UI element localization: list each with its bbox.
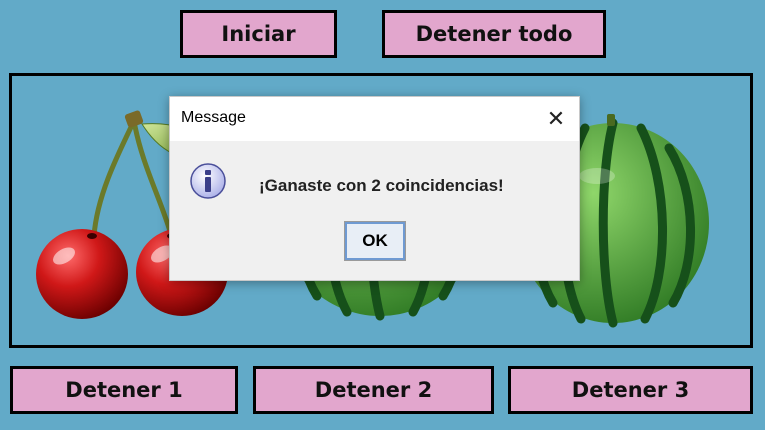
stop-all-button[interactable]: Detener todo	[382, 10, 606, 58]
stop-reel-3-button[interactable]: Detener 3	[508, 366, 753, 414]
dialog-title: Message	[181, 109, 246, 126]
info-icon	[190, 163, 226, 199]
message-dialog: Message ✕ ¡Ganaste con 2 coincidencias! …	[169, 96, 580, 281]
close-icon[interactable]: ✕	[541, 104, 571, 134]
ok-button[interactable]: OK	[344, 221, 406, 261]
stop-reel-1-button[interactable]: Detener 1	[10, 366, 238, 414]
start-button[interactable]: Iniciar	[180, 10, 337, 58]
dialog-title-bar[interactable]: Message ✕	[170, 97, 579, 141]
stop-reel-2-button[interactable]: Detener 2	[253, 366, 494, 414]
dialog-message: ¡Ganaste con 2 coincidencias!	[259, 176, 504, 195]
